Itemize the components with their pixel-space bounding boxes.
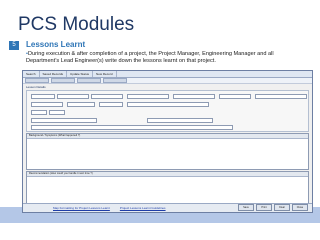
guidelines-link[interactable]: Project Lessons Learnt Guidelines — [120, 206, 166, 210]
bullet-text: •During execution & after completion of … — [26, 51, 308, 66]
tab-update-status[interactable]: Update Status — [67, 71, 94, 77]
form-field[interactable] — [127, 94, 169, 99]
form-field[interactable] — [31, 94, 55, 99]
form-field[interactable] — [147, 118, 213, 123]
form-field[interactable] — [255, 94, 307, 99]
form-field[interactable] — [219, 94, 251, 99]
clear-button[interactable]: Clear — [274, 204, 290, 211]
form-field[interactable] — [31, 110, 47, 115]
recommendation-panel: Recommendation (How could you handle it … — [26, 171, 309, 207]
form-field[interactable] — [99, 102, 123, 107]
tab-search[interactable]: Search — [23, 71, 40, 77]
formatting-link[interactable]: Map Formatting for Project Lessons Learn… — [53, 206, 110, 210]
section-number-badge: 5 — [9, 41, 19, 50]
save-button[interactable]: Save — [238, 204, 254, 211]
form-field[interactable] — [31, 118, 97, 123]
recommendation-textarea[interactable] — [27, 177, 308, 206]
form-field[interactable] — [127, 102, 209, 107]
tab-new-record[interactable]: New Record — [93, 71, 117, 77]
toolbar-button[interactable] — [51, 78, 75, 83]
slide-title: PCS Modules — [18, 14, 135, 35]
tab-saved-records[interactable]: Saved Records — [40, 71, 68, 77]
print-button[interactable]: Print — [256, 204, 272, 211]
toolbar-button[interactable] — [25, 78, 49, 83]
form-field[interactable] — [31, 125, 233, 130]
form-field[interactable] — [67, 102, 95, 107]
form-field[interactable] — [91, 94, 123, 99]
form-field[interactable] — [31, 102, 63, 107]
form-field[interactable] — [57, 94, 89, 99]
lessons-learnt-window: Search Saved Records Update Status New R… — [22, 70, 313, 213]
bullet-body: During execution & after completion of a… — [26, 51, 274, 65]
background-panel: Background / Symptoms (What happened ?) — [26, 133, 309, 170]
toolbar-button[interactable] — [77, 78, 101, 83]
window-buttons: Save Print Clear Close — [238, 204, 308, 211]
lesson-form — [26, 90, 309, 132]
window-status-row: Map Formatting for Project Lessons Learn… — [23, 203, 312, 212]
background-textarea[interactable] — [27, 139, 308, 169]
section-title: Lessons Learnt — [26, 40, 86, 49]
form-field[interactable] — [49, 110, 65, 115]
window-tab-bar: Search Saved Records Update Status New R… — [23, 71, 312, 78]
toolbar-button[interactable] — [103, 78, 127, 83]
form-field[interactable] — [173, 94, 215, 99]
close-button[interactable]: Close — [292, 204, 308, 211]
